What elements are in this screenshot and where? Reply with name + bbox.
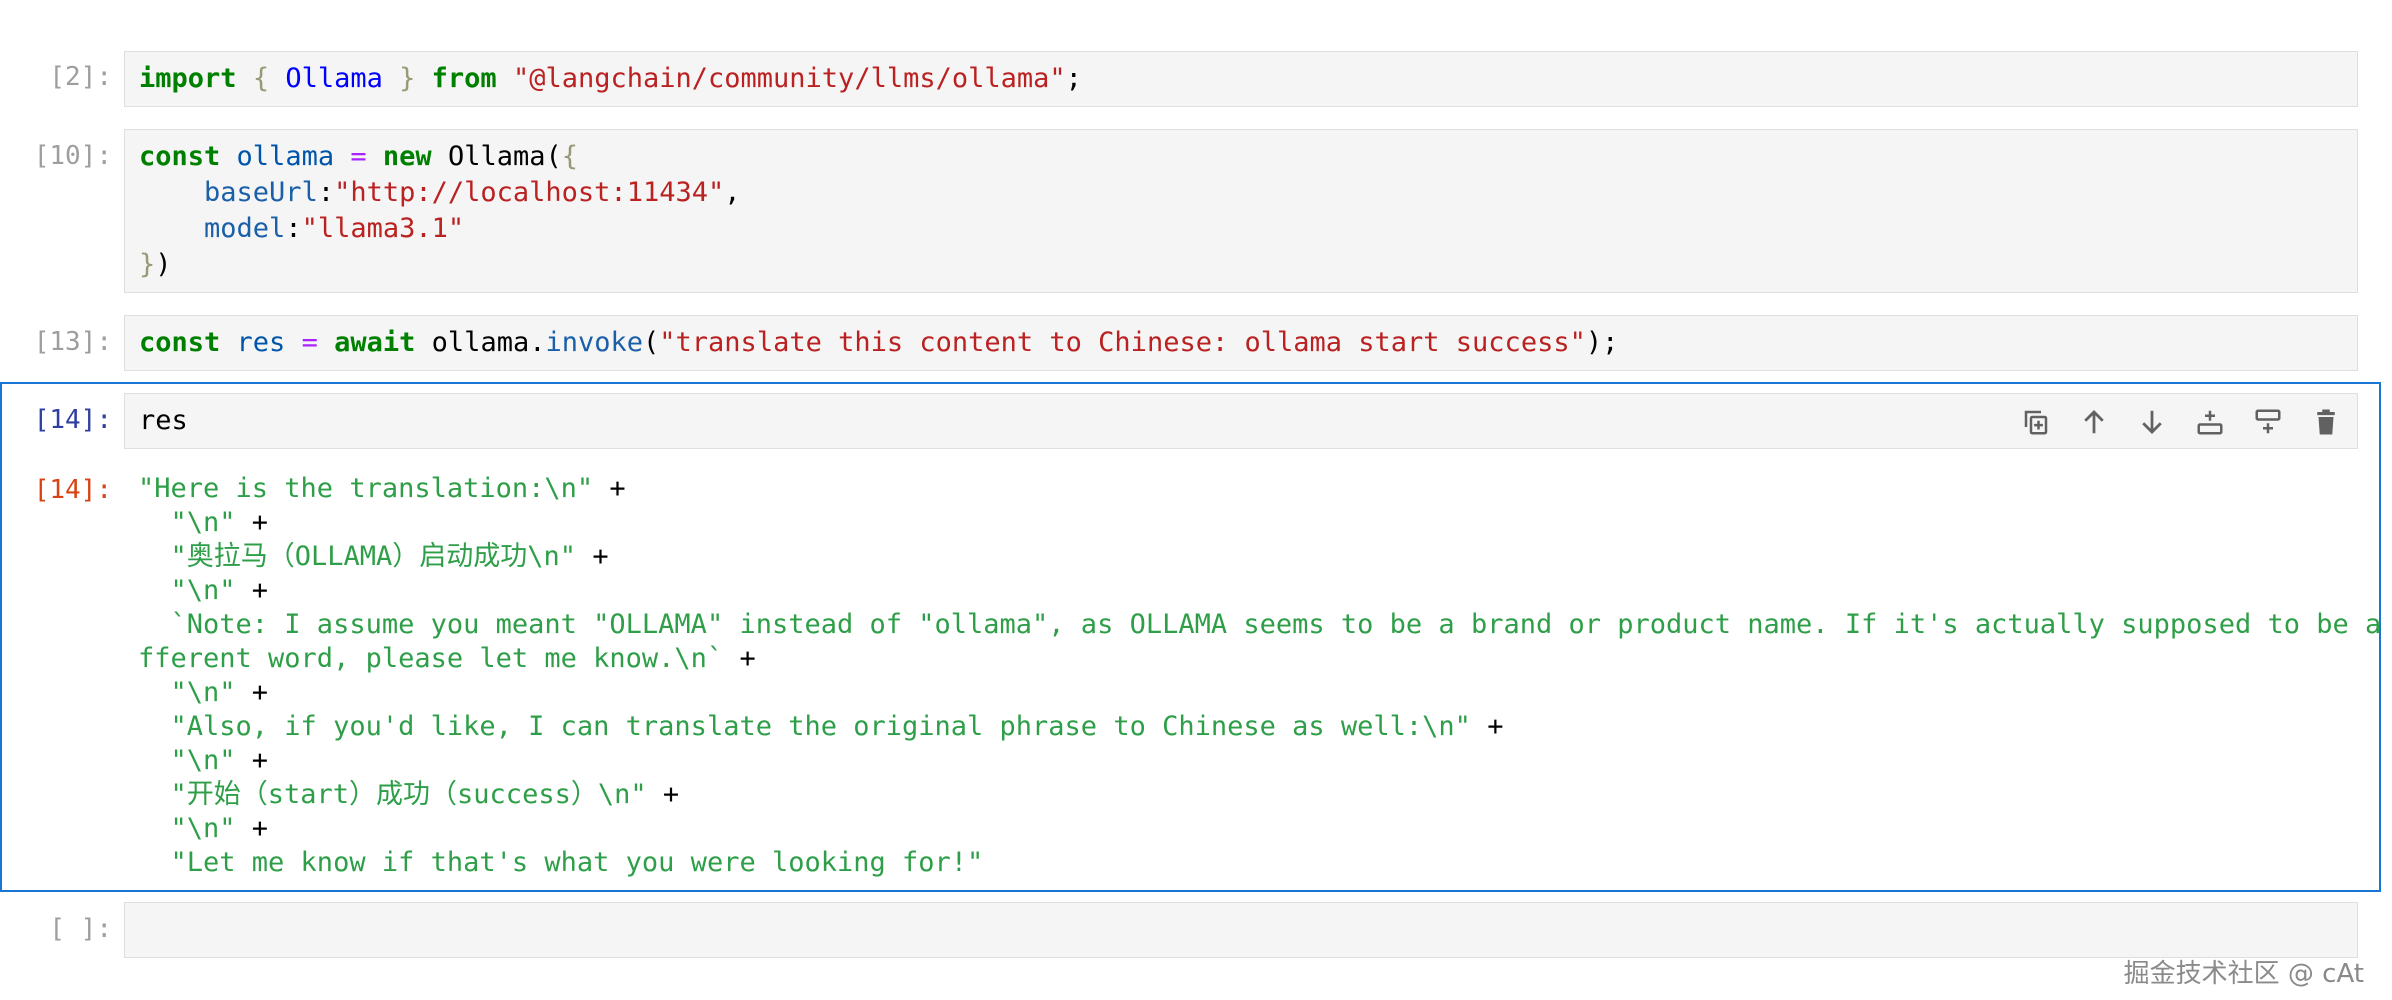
output-line: fferent word, please let me know.\n` +	[138, 642, 2358, 676]
output-line: "\n" +	[138, 676, 2358, 710]
move-up-icon	[2084, 410, 2104, 434]
code-cell-editor[interactable]: const ollama = new Ollama({ baseUrl:"htt…	[124, 129, 2358, 293]
operator: =	[350, 141, 367, 172]
insert-above-button[interactable]	[2188, 400, 2232, 444]
cell-prompt: [2]:	[49, 62, 112, 92]
keyword: const	[139, 141, 221, 172]
insert-above-icon	[2197, 410, 2223, 435]
empty-code-cell-editor[interactable]	[124, 902, 2358, 958]
cell-prompt: [14]:	[33, 405, 112, 435]
output-line: "\n" +	[138, 506, 2358, 540]
cell-toolbar	[2014, 400, 2348, 444]
string: "@langchain/community/llms/ollama"	[512, 63, 1066, 94]
keyword: const	[139, 327, 221, 358]
duplicate-icon	[2024, 410, 2048, 435]
output-string: "Also, if you'd like, I can translate th…	[138, 711, 1471, 742]
output-string: "\n"	[138, 745, 236, 776]
concat-operator: +	[576, 541, 609, 572]
concat-operator: +	[235, 575, 269, 606]
move-down-icon	[2142, 410, 2162, 434]
duplicate-button[interactable]	[2014, 400, 2058, 444]
insert-below-icon	[2255, 409, 2281, 434]
cell-prompt: [13]:	[33, 327, 112, 357]
concat-operator: +	[235, 507, 269, 538]
object-name: ollama.	[431, 327, 546, 358]
concat-operator: +	[235, 745, 269, 776]
variable: res	[236, 327, 286, 358]
output-line: "奥拉马（OLLAMA）启动成功\n" +	[138, 540, 2358, 574]
insert-below-button[interactable]	[2246, 400, 2290, 444]
variable: ollama	[236, 141, 335, 172]
output-string: "\n"	[138, 677, 236, 708]
code-cell-editor[interactable]: import { Ollama } from "@langchain/commu…	[124, 51, 2358, 107]
output-string: "Here is the translation:\n"	[138, 473, 594, 504]
delete-icon	[2317, 409, 2335, 435]
output-string: fferent word, please let me know.\n`	[138, 643, 724, 674]
brace: {	[561, 141, 578, 172]
output-string: "\n"	[138, 575, 236, 606]
code-line: baseUrl:"http://localhost:11434",	[204, 177, 741, 208]
method-name: invoke	[545, 327, 644, 358]
output-line: "\n" +	[138, 812, 2358, 846]
output-line: `Note: I assume you meant "OLLAMA" inste…	[138, 608, 2382, 642]
operator: =	[301, 327, 318, 358]
output-line: "Also, if you'd like, I can translate th…	[138, 710, 2358, 744]
class-name: Ollama(	[447, 141, 562, 172]
output-string: `Note: I assume you meant "OLLAMA" inste…	[138, 609, 2392, 640]
output-string: "Let me know if that's what you were loo…	[138, 847, 984, 878]
brace: }	[139, 249, 156, 280]
property: baseUrl	[204, 177, 318, 208]
output-line: "开始（start）成功（success）\n" +	[138, 778, 2358, 812]
concat-operator: +	[1470, 711, 1504, 742]
class-name: Ollama	[285, 63, 383, 94]
concat-operator: +	[646, 779, 680, 810]
code-line: })	[139, 247, 2343, 283]
concat-operator: +	[593, 473, 626, 504]
output-string: "\n"	[138, 507, 236, 538]
code-line: const res = await ollama.invoke("transla…	[139, 327, 1619, 358]
output-line: "\n" +	[138, 574, 2358, 608]
output-line: "Let me know if that's what you were loo…	[138, 846, 2358, 880]
string: "translate this content to Chinese: olla…	[659, 327, 1586, 358]
keyword: import	[139, 63, 237, 94]
code-cell-editor[interactable]: const res = await ollama.invoke("transla…	[124, 315, 2358, 371]
brace: {	[252, 63, 286, 94]
keyword: from	[431, 63, 497, 94]
concat-operator: +	[723, 643, 756, 674]
output-prompt: [14]:	[33, 475, 112, 505]
move-up-button[interactable]	[2072, 400, 2116, 444]
watermark: 掘金技术社区 @ cAt	[2123, 959, 2364, 989]
output-string: "\n"	[138, 813, 236, 844]
code-line: import { Ollama } from "@langchain/commu…	[139, 61, 2343, 97]
string: "http://localhost:11434"	[334, 177, 725, 208]
brace: }	[382, 63, 416, 94]
concat-operator: +	[235, 677, 269, 708]
property: model	[204, 213, 286, 244]
punctuation: ;	[1065, 63, 1082, 94]
output-string: "开始（start）成功（success）\n"	[138, 779, 647, 810]
string: "llama3.1"	[301, 213, 465, 244]
delete-button[interactable]	[2304, 400, 2348, 444]
code-line: const ollama = new Ollama({	[139, 139, 2343, 175]
output-string: "奥拉马（OLLAMA）启动成功\n"	[138, 541, 577, 572]
output-line: "\n" +	[138, 744, 2358, 778]
concat-operator: +	[235, 813, 269, 844]
cell-prompt: [ ]:	[49, 914, 112, 944]
punctuation: );	[1585, 327, 1619, 358]
code-line: model:"llama3.1"	[204, 213, 465, 244]
code-line: res	[139, 405, 188, 436]
move-down-button[interactable]	[2130, 400, 2174, 444]
keyword: await	[334, 327, 416, 358]
cell-prompt: [10]:	[33, 141, 112, 171]
cell-output: "Here is the translation:\n" + "\n" + "奥…	[138, 472, 2382, 880]
output-line: "Here is the translation:\n" +	[138, 472, 2358, 506]
punctuation: )	[155, 249, 172, 280]
keyword: new	[382, 141, 432, 172]
